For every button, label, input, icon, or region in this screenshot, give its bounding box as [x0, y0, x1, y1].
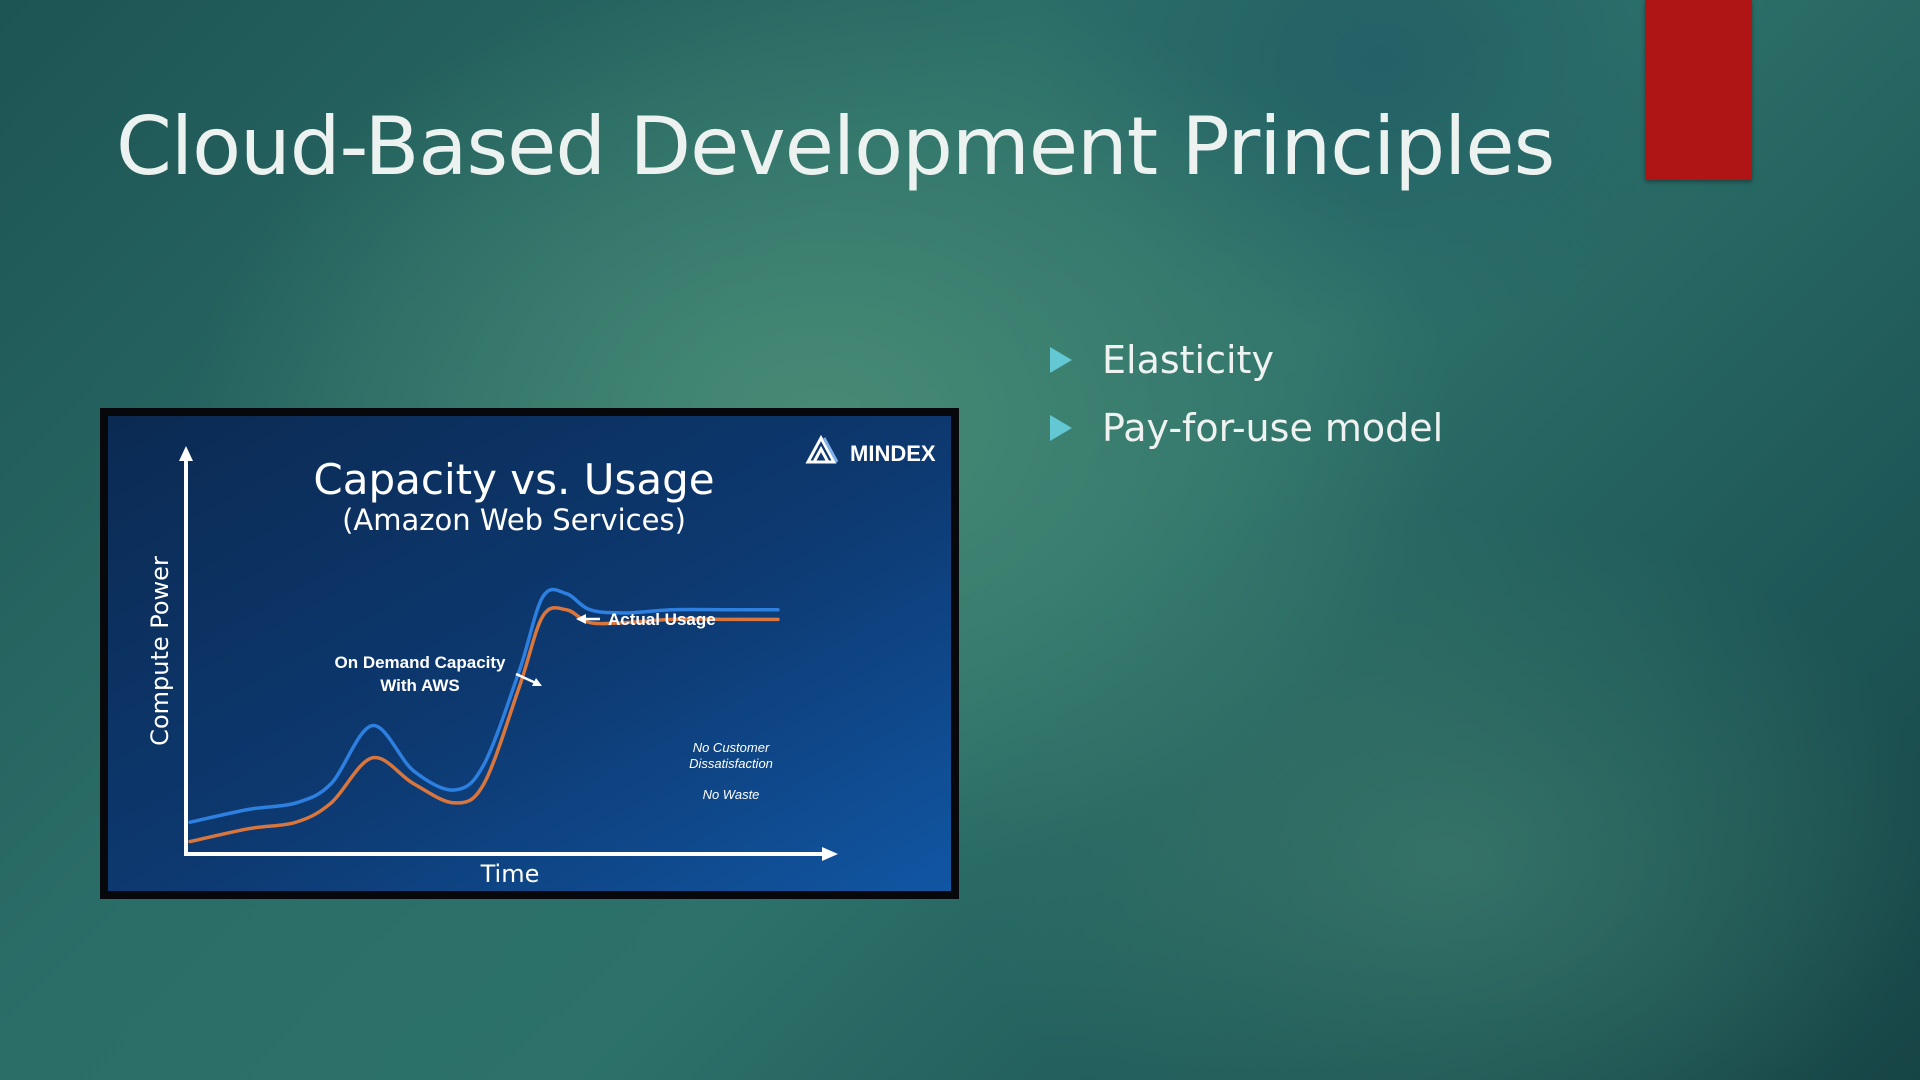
triangle-right-icon — [1050, 415, 1072, 441]
chart-title: Capacity vs. Usage — [313, 455, 714, 504]
annotation-on-demand-line2: With AWS — [380, 676, 459, 695]
bullet-item-pay-for-use: Pay-for-use model — [1050, 394, 1443, 462]
accent-bar — [1645, 0, 1752, 180]
chart-figure: MINDEX Capacity vs. Usage (Amazon Web Se… — [100, 408, 959, 899]
slide-title: Cloud-Based Development Principles — [116, 100, 1555, 193]
annotation-on-demand-line1: On Demand Capacity — [335, 653, 507, 672]
x-axis-label: Time — [480, 860, 540, 888]
bullet-text: Pay-for-use model — [1102, 406, 1444, 450]
chart-svg: MINDEX Capacity vs. Usage (Amazon Web Se… — [108, 416, 951, 891]
bullet-text: Elasticity — [1102, 338, 1274, 382]
chart-subtitle: (Amazon Web Services) — [342, 503, 686, 537]
annotation-actual-usage: Actual Usage — [608, 610, 716, 629]
annotation-no-dissatisfaction-line2: Dissatisfaction — [689, 756, 773, 771]
bullet-item-elasticity: Elasticity — [1050, 326, 1443, 394]
triangle-right-icon — [1050, 347, 1072, 373]
y-axis-label: Compute Power — [146, 556, 174, 746]
annotation-no-waste: No Waste — [703, 787, 760, 802]
bullet-list: Elasticity Pay-for-use model — [1050, 326, 1443, 462]
brand-text: MINDEX — [850, 441, 936, 466]
annotation-no-dissatisfaction-line1: No Customer — [693, 740, 770, 755]
